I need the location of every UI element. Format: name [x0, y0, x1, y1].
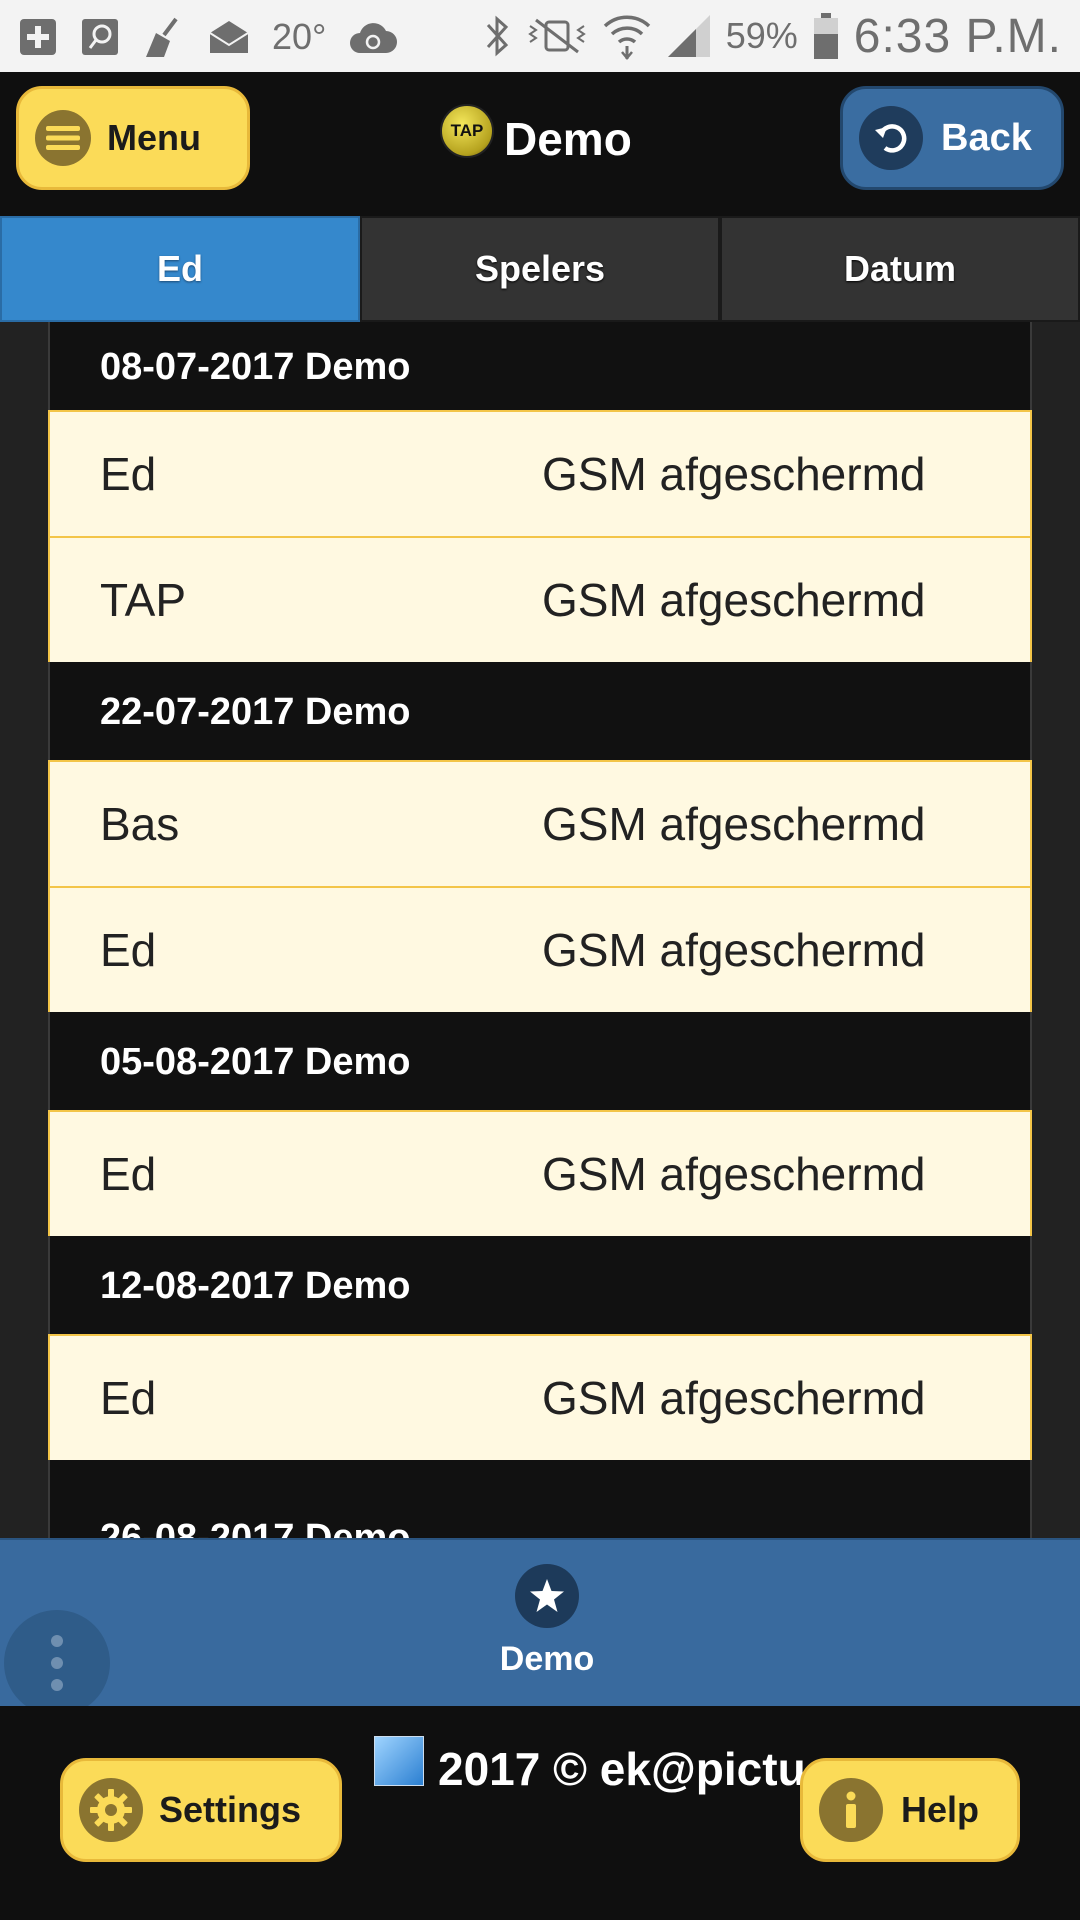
settings-label: Settings: [159, 1789, 302, 1830]
tab-spelers[interactable]: Spelers: [360, 216, 720, 322]
plus-box-icon: [18, 17, 58, 57]
player-name: Ed: [100, 1372, 157, 1424]
broom-icon: [142, 15, 186, 59]
player-status: GSM afgeschermd: [542, 448, 926, 500]
player-name: Bas: [100, 798, 180, 850]
temperature-text: 20°: [272, 16, 327, 57]
dot-icon: [51, 1635, 63, 1647]
settings-button[interactable]: Settings: [60, 1758, 342, 1862]
list-item[interactable]: Ed GSM afgeschermd: [48, 410, 1032, 538]
player-status: GSM afgeschermd: [542, 1148, 926, 1200]
list-item[interactable]: Ed GSM afgeschermd: [48, 1334, 1032, 1462]
nav-item-label: Demo: [499, 1640, 595, 1678]
back-button[interactable]: Back: [840, 86, 1064, 190]
back-label: Back: [941, 116, 1032, 159]
player-name: Ed: [100, 448, 157, 500]
hamburger-icon: [35, 110, 91, 166]
schedule-list: 08-07-2017 Demo Ed GSM afgeschermd TAP G…: [48, 322, 1032, 1538]
list-divider: 08-07-2017 Demo: [48, 322, 1032, 412]
status-bar: 20° 59% 6:33 P.M.: [0, 0, 1080, 72]
player-name: TAP: [100, 574, 187, 626]
player-status: GSM afgeschermd: [542, 1372, 926, 1424]
copyright-text: 2017 © ek@pictu: [438, 1743, 806, 1795]
tab-bar: Ed Spelers Datum: [0, 216, 1080, 322]
list-divider: 26-08-2017 Demo: [48, 1460, 1032, 1538]
info-icon: [819, 1778, 883, 1842]
overflow-menu-button[interactable]: [4, 1610, 110, 1716]
help-button[interactable]: Help: [800, 1758, 1020, 1862]
list-item[interactable]: Ed GSM afgeschermd: [48, 1110, 1032, 1238]
player-status: GSM afgeschermd: [542, 798, 926, 850]
nav-item-demo[interactable]: Demo: [480, 1564, 614, 1684]
dot-icon: [51, 1679, 63, 1691]
back-arrow-icon: [859, 106, 923, 170]
player-name: Ed: [100, 1148, 157, 1200]
list-item[interactable]: Ed GSM afgeschermd: [48, 886, 1032, 1014]
clock-text: 6:33 P.M.: [853, 9, 1062, 63]
list-divider: 05-08-2017 Demo: [48, 1012, 1032, 1112]
vibrate-mute-icon: [526, 16, 588, 56]
status-right: 59% 6:33 P.M.: [482, 8, 1062, 64]
copyright: 2017 © ek@pictu: [374, 1736, 806, 1796]
list-divider: 12-08-2017 Demo: [48, 1236, 1032, 1336]
search-box-icon: [80, 17, 120, 57]
tab-datum[interactable]: Datum: [720, 216, 1080, 322]
menu-label: Menu: [107, 117, 201, 158]
player-status: GSM afgeschermd: [542, 924, 926, 976]
app-header: Menu TAP Demo Back: [0, 72, 1080, 216]
list-item[interactable]: TAP GSM afgeschermd: [48, 536, 1032, 664]
menu-button[interactable]: Menu: [16, 86, 250, 190]
player-name: Ed: [100, 924, 157, 976]
list-item[interactable]: Bas GSM afgeschermd: [48, 760, 1032, 888]
mail-icon: [208, 19, 250, 55]
signal-icon: [666, 13, 712, 59]
list-divider: 22-07-2017 Demo: [48, 662, 1032, 762]
page-title-text: Demo: [504, 113, 632, 165]
dot-icon: [51, 1657, 63, 1669]
wifi-icon: [602, 12, 652, 60]
page-title: TAP Demo: [440, 104, 632, 166]
player-status: GSM afgeschermd: [542, 574, 926, 626]
bluetooth-icon: [482, 13, 512, 59]
brand-logo-icon: [374, 1736, 424, 1786]
bottom-navbar: Demo: [0, 1538, 1080, 1716]
battery-icon: [812, 12, 840, 60]
star-icon: [515, 1564, 579, 1628]
battery-percent: 59%: [725, 15, 798, 56]
gear-icon: [79, 1778, 143, 1842]
tab-ed[interactable]: Ed: [0, 216, 360, 322]
tap-logo-icon: TAP: [440, 104, 494, 158]
footer: 2017 © ek@pictu Settings Help: [0, 1706, 1080, 1920]
help-label: Help: [901, 1789, 980, 1830]
status-left: 20°: [18, 12, 398, 62]
cloud-sync-icon: [348, 19, 398, 55]
content-area[interactable]: 08-07-2017 Demo Ed GSM afgeschermd TAP G…: [0, 322, 1080, 1538]
